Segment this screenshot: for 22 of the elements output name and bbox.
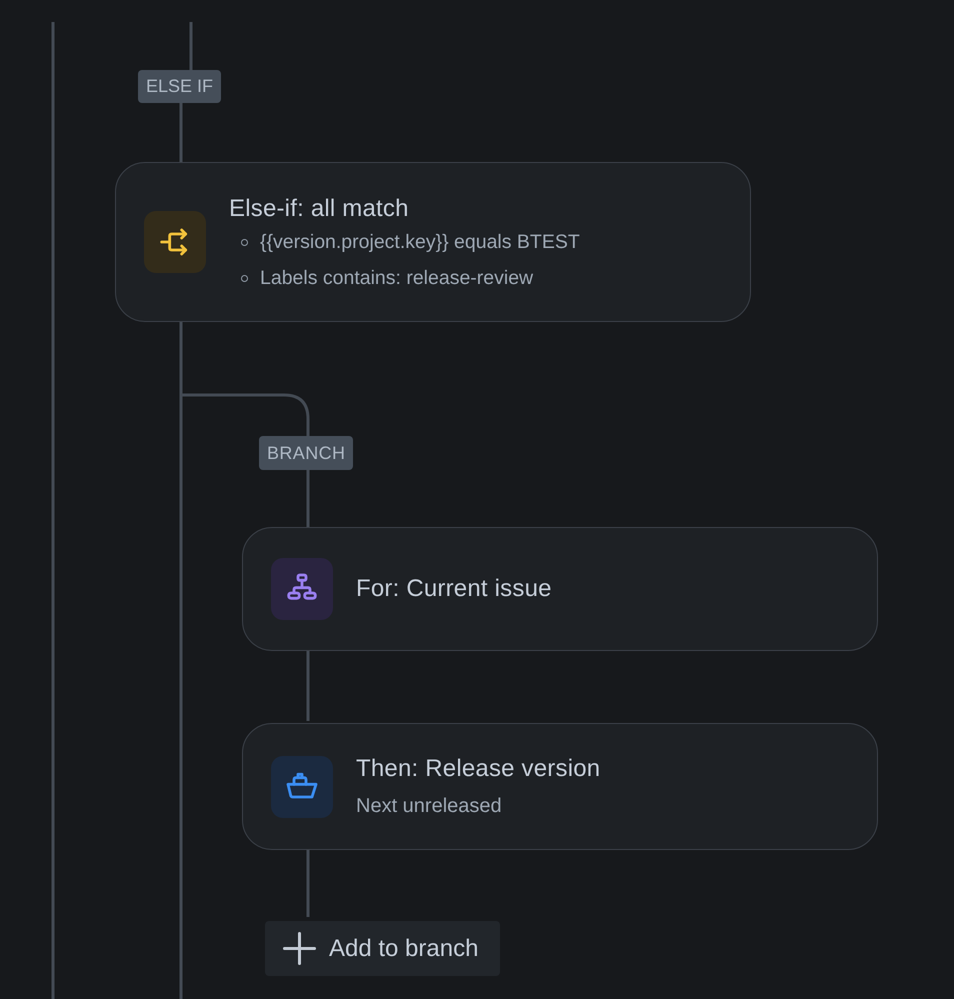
connector-line (180, 103, 182, 162)
fork-arrows-icon (144, 211, 206, 273)
bullet-icon (241, 238, 248, 246)
step-title: Then: Release version (356, 754, 600, 784)
hierarchy-icon (271, 558, 333, 620)
step-card[interactable]: Then: Release version Next unreleased (242, 723, 878, 850)
add-to-branch-button[interactable]: Add to branch (265, 921, 500, 976)
plus-icon (283, 932, 316, 965)
else-if-label: ELSE IF (138, 70, 222, 103)
connector-line (306, 470, 310, 527)
connector-line (190, 22, 192, 70)
condition-text: {{version.project.key}} equals BTEST (260, 230, 580, 255)
bullet-icon (241, 274, 248, 282)
card-title: Else-if: all match (229, 194, 410, 224)
condition-card[interactable]: Else-if: all match {{version.project.key}} equals BTEST Labels contains: release-review (115, 162, 751, 322)
condition-text: Labels contains: release-review (260, 266, 534, 291)
branch-label: BRANCH (259, 436, 354, 470)
ship-icon (271, 756, 333, 818)
connector-line (306, 649, 310, 721)
step-title: For: Current issue (356, 574, 552, 604)
step-subtitle: Next unreleased (356, 794, 503, 819)
step-card[interactable]: For: Current issue (242, 527, 878, 651)
